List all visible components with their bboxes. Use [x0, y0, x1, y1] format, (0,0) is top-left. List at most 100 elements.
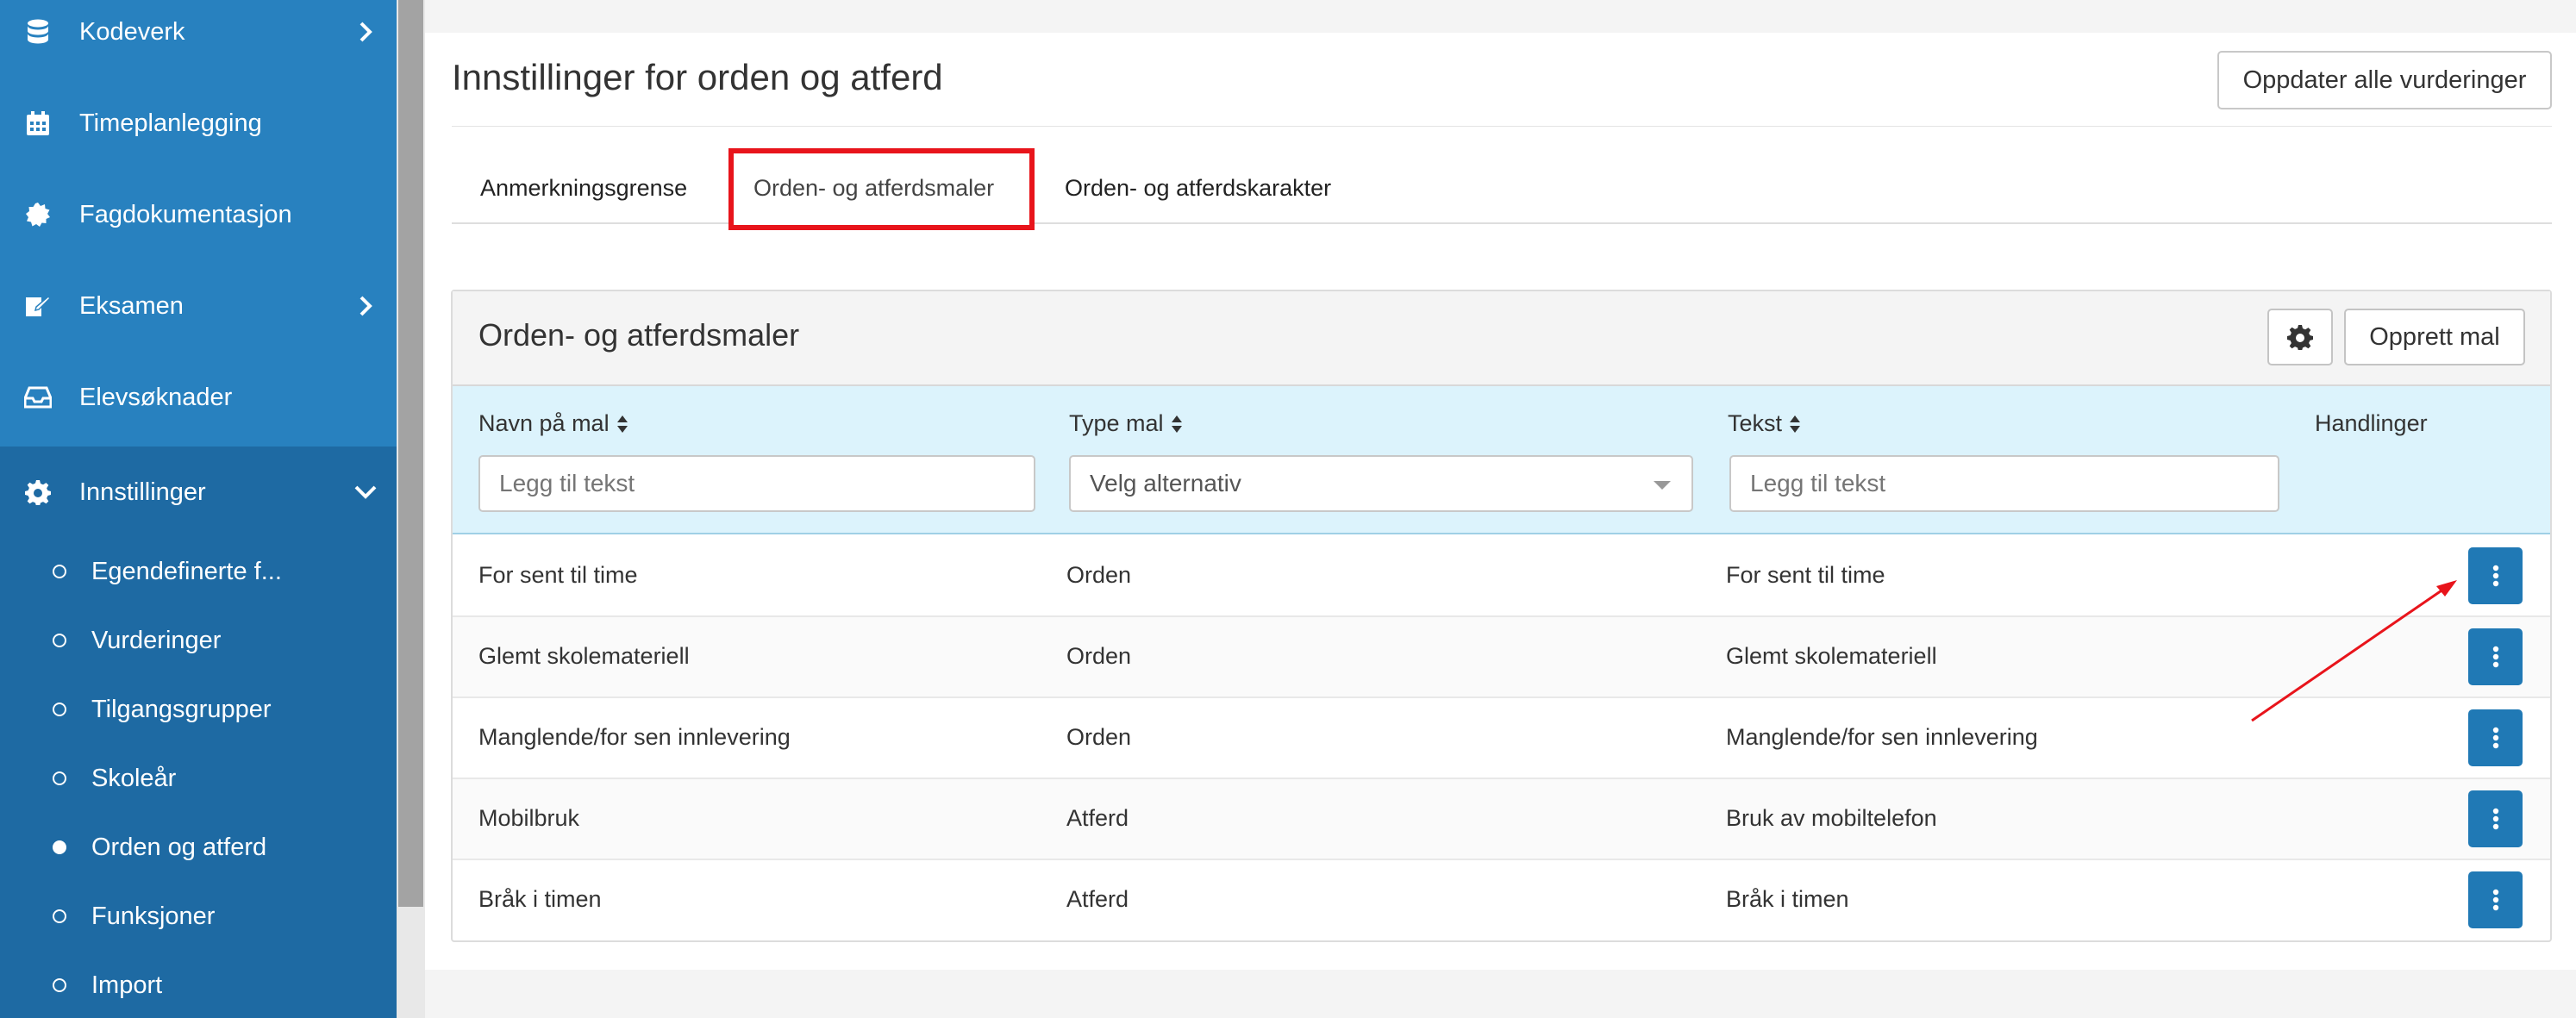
sidebar-item-elevsoknader[interactable]: Elevsøknader [0, 352, 397, 443]
divider [452, 126, 2552, 127]
sidebar-item-label: Kodeverk [79, 17, 185, 46]
sidebar-item-timeplanlegging[interactable]: Timeplanlegging [0, 78, 397, 169]
column-header-name[interactable]: Navn på mal [478, 410, 628, 437]
table-row: Bråk i timen Atferd Bråk i timen [453, 860, 2550, 941]
tab-orden-og-atferdsmaler[interactable]: Orden- og atferdsmaler [753, 175, 994, 202]
sidebar-subitem-import[interactable]: Import [0, 951, 397, 1018]
cell-text: Manglende/for sen innlevering [1726, 724, 2038, 750]
sort-icon [1790, 415, 1801, 433]
table-row: Glemt skolemateriell Orden Glemt skolema… [453, 617, 2550, 698]
page-title: Innstillinger for orden og atferd [452, 57, 943, 97]
cell-name: Manglende/for sen innlevering [478, 724, 791, 750]
sidebar-subitem-label: Orden og atferd [91, 833, 267, 861]
sidebar-subitem-label: Skoleår [91, 764, 177, 792]
sidebar-item-label: Fagdokumentasjon [79, 200, 292, 228]
sidebar-subitem-funksjoner[interactable]: Funksjoner [0, 882, 397, 951]
cell-text: Bruk av mobiltelefon [1726, 805, 1937, 831]
sort-icon [616, 415, 628, 433]
sidebar-subitem-label: Import [91, 971, 163, 999]
chevron-down-icon [353, 480, 378, 504]
inbox-icon [24, 384, 52, 411]
panel-header: Orden- og atferdsmaler Opprett mal [453, 291, 2550, 386]
vertical-ellipsis-icon [2492, 565, 2498, 587]
settings-button[interactable] [2267, 309, 2333, 365]
row-actions-button[interactable] [2468, 871, 2523, 928]
sidebar-subitem-vurderinger[interactable]: Vurderinger [0, 606, 397, 675]
type-filter-value: Velg alternativ [1090, 470, 1241, 497]
sidebar-item-kodeverk[interactable]: Kodeverk [0, 0, 397, 78]
create-template-button[interactable]: Opprett mal [2344, 309, 2525, 365]
vertical-ellipsis-icon [2492, 727, 2498, 749]
sidebar-subitem-label: Egendefinerte f... [91, 557, 282, 585]
sidebar-item-fagdokumentasjon[interactable]: Fagdokumentasjon [0, 169, 397, 260]
cell-type: Atferd [1066, 805, 1129, 831]
name-filter-input[interactable] [478, 455, 1035, 512]
row-actions-button[interactable] [2468, 709, 2523, 766]
sidebar-subitem-label: Tilgangsgrupper [91, 695, 272, 723]
cell-name: Bråk i timen [478, 886, 602, 912]
vertical-ellipsis-icon [2492, 808, 2498, 830]
type-filter-select[interactable]: Velg alternativ [1069, 455, 1693, 512]
sidebar-subitem-egendefinerte[interactable]: Egendefinerte f... [0, 537, 397, 606]
chevron-right-icon [353, 20, 378, 44]
circle-icon [53, 634, 66, 647]
row-actions-button[interactable] [2468, 628, 2523, 685]
tab-orden-og-atferdskarakter[interactable]: Orden- og atferdskarakter [1065, 175, 1331, 202]
vertical-ellipsis-icon [2492, 646, 2498, 668]
row-actions-button[interactable] [2468, 790, 2523, 847]
column-header-actions: Handlinger [2315, 410, 2428, 436]
templates-panel: Orden- og atferdsmaler Opprett mal Navn … [451, 290, 2552, 942]
sidebar-subitem-label: Vurderinger [91, 626, 222, 654]
cell-name: Mobilbruk [478, 805, 580, 831]
table-row: Mobilbruk Atferd Bruk av mobiltelefon [453, 779, 2550, 860]
sidebar-settings-section: Innstillinger Egendefinerte f... Vurderi… [0, 447, 397, 1018]
sidebar-subitem-orden-og-atferd[interactable]: Orden og atferd [0, 813, 397, 882]
caret-down-icon [1654, 481, 1671, 490]
row-actions-button[interactable] [2468, 547, 2523, 604]
table-header: Navn på mal Type mal Tekst Handlinger Ve… [453, 386, 2550, 534]
sidebar-subitem-skolear[interactable]: Skoleår [0, 744, 397, 813]
sidebar-item-label: Innstillinger [79, 478, 206, 506]
text-filter-input[interactable] [1729, 455, 2279, 512]
column-header-label: Navn på mal [478, 410, 610, 436]
tab-anmerkningsgrense[interactable]: Anmerkningsgrense [480, 175, 687, 202]
column-header-label: Tekst [1728, 410, 1783, 436]
calendar-icon [24, 109, 52, 137]
circle-icon [53, 771, 66, 785]
sidebar-item-label: Elevsøknader [79, 383, 233, 411]
column-header-type[interactable]: Type mal [1069, 410, 1183, 437]
main-area: Innstillinger for orden og atferd Oppdat… [425, 0, 2576, 1018]
cell-text: For sent til time [1726, 562, 1885, 588]
panel-title: Orden- og atferdsmaler [478, 317, 800, 353]
edit-icon [24, 292, 52, 320]
cell-type: Orden [1066, 562, 1132, 588]
certificate-icon [24, 201, 52, 228]
circle-icon [53, 703, 66, 716]
sidebar-scrollbar-thumb[interactable] [398, 0, 423, 907]
filled-circle-icon [53, 840, 66, 854]
table-row: For sent til time Orden For sent til tim… [453, 536, 2550, 617]
sidebar-item-label: Timeplanlegging [79, 109, 262, 137]
column-header-label: Type mal [1069, 410, 1164, 436]
cell-type: Atferd [1066, 886, 1129, 912]
sidebar-subitem-tilgangsgrupper[interactable]: Tilgangsgrupper [0, 675, 397, 744]
sort-icon [1171, 415, 1182, 433]
sidebar-item-eksamen[interactable]: Eksamen [0, 260, 397, 352]
database-icon [24, 18, 52, 46]
sidebar-item-innstillinger[interactable]: Innstillinger [0, 447, 397, 538]
sidebar-subitem-label: Funksjoner [91, 902, 216, 930]
vertical-ellipsis-icon [2492, 889, 2498, 911]
circle-icon [53, 909, 66, 923]
cell-text: Glemt skolemateriell [1726, 643, 1937, 669]
update-all-assessments-button[interactable]: Oppdater alle vurderinger [2217, 51, 2552, 109]
cell-type: Orden [1066, 643, 1132, 669]
circle-icon [53, 978, 66, 992]
gear-icon [2287, 324, 2313, 350]
circle-icon [53, 565, 66, 578]
cell-name: For sent til time [478, 562, 638, 588]
column-header-text[interactable]: Tekst [1728, 410, 1801, 437]
cell-type: Orden [1066, 724, 1132, 750]
sidebar: Kodeverk Timeplanlegging Fagdokumentasjo… [0, 0, 397, 1018]
table-row: Manglende/for sen innlevering Orden Mang… [453, 698, 2550, 779]
cell-text: Bråk i timen [1726, 886, 1849, 912]
